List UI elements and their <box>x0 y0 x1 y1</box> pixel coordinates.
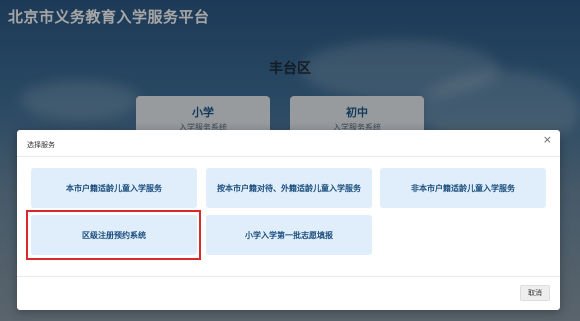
divider <box>17 156 560 157</box>
close-icon[interactable]: × <box>543 134 552 146</box>
service-button-non-local-hukou[interactable]: 非本市户籍适龄儿童入学服务 <box>380 168 546 208</box>
select-service-modal: 选择服务 × 本市户籍适龄儿童入学服务 按本市户籍对待、外籍适龄儿童入学服务 非… <box>17 130 560 310</box>
modal-title: 选择服务 <box>27 141 55 149</box>
cancel-button[interactable]: 取消 <box>520 285 550 301</box>
selection-highlight-box <box>26 210 201 260</box>
divider <box>17 276 560 277</box>
service-button-primary-first-choice[interactable]: 小学入学第一批志愿填报 <box>206 215 372 255</box>
service-button-local-hukou[interactable]: 本市户籍适龄儿童入学服务 <box>31 168 197 208</box>
service-button-foreign-equivalent[interactable]: 按本市户籍对待、外籍适龄儿童入学服务 <box>206 168 372 208</box>
